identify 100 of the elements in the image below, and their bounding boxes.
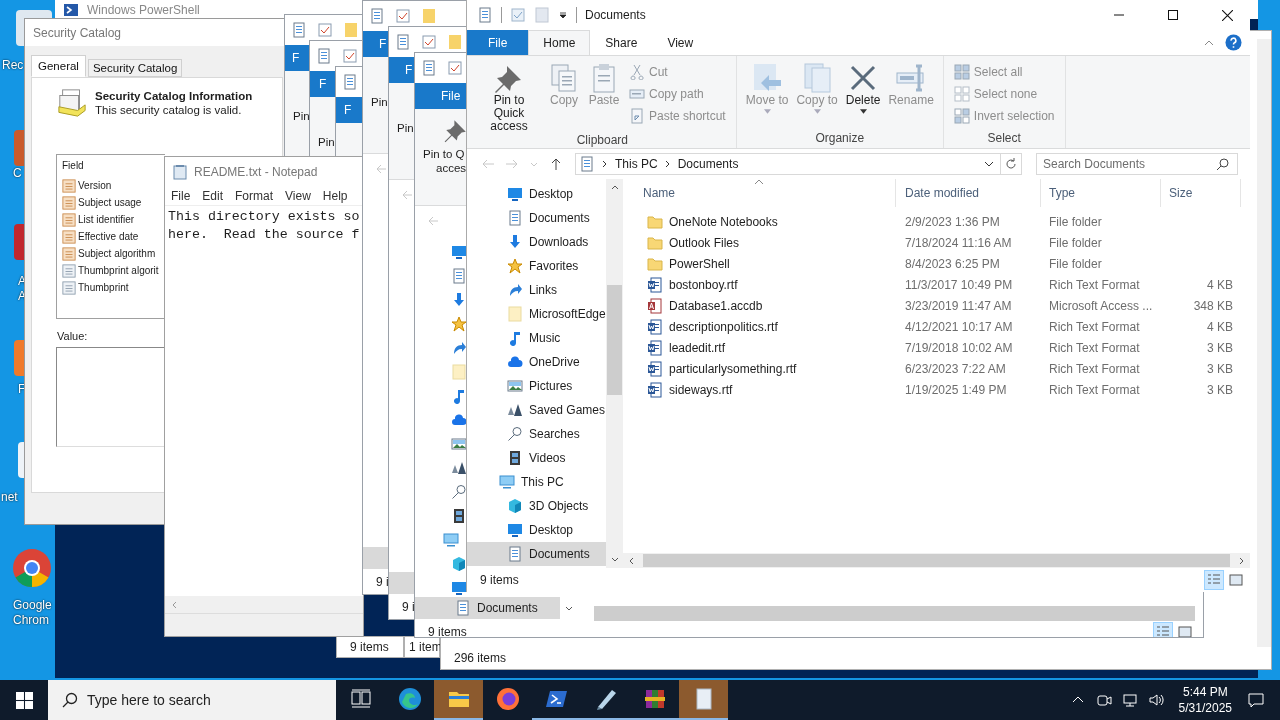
nav-item[interactable]: Desktop	[467, 182, 606, 206]
cloud-icon[interactable]	[451, 412, 467, 428]
checklist-icon[interactable]	[421, 34, 437, 50]
picture-icon[interactable]	[451, 436, 467, 452]
checklist-icon[interactable]	[342, 48, 358, 64]
camera-icon[interactable]	[1095, 692, 1112, 708]
menu-item[interactable]: View	[285, 189, 311, 203]
pin-icon[interactable]	[443, 117, 469, 143]
nav-item[interactable]: Videos	[467, 446, 606, 470]
back-arrow-icon[interactable]	[375, 163, 387, 175]
checklist-icon[interactable]	[395, 8, 411, 24]
document-icon[interactable]	[451, 268, 467, 284]
document-icon[interactable]	[342, 74, 358, 90]
menu-item[interactable]: Help	[322, 189, 348, 203]
file-name[interactable]: leadedit.rtf	[669, 340, 726, 355]
clock-date[interactable]: 5/31/2025	[1178, 700, 1232, 716]
file-name[interactable]: Outlook Files	[669, 235, 740, 250]
nav-item[interactable]: Desktop	[467, 518, 606, 542]
nav-item[interactable]: Documents	[415, 597, 560, 619]
cube-icon[interactable]	[451, 556, 467, 572]
file-name[interactable]: bostonboy.rtf	[669, 277, 738, 292]
down-arrow-icon[interactable]	[451, 292, 467, 308]
nav-item[interactable]: Saved Games	[467, 398, 606, 422]
nav-item[interactable]: OneDrive	[467, 350, 606, 374]
list-item[interactable]: Effective date	[78, 231, 139, 242]
file-name[interactable]: OneNote Notebooks	[669, 214, 778, 229]
nav-item[interactable]: This PC	[467, 470, 606, 494]
scrollbar[interactable]	[594, 605, 1195, 621]
nav-item[interactable]: Downloads	[467, 230, 606, 254]
ribbon-button-label[interactable]: Pin	[397, 121, 414, 135]
music-note-icon[interactable]	[451, 388, 467, 404]
ribbon-button-label[interactable]: acces	[436, 161, 467, 175]
nav-item[interactable]: Searches	[467, 422, 606, 446]
nav-item[interactable]: Links	[467, 278, 606, 302]
checklist-icon[interactable]	[317, 22, 333, 38]
forward-arrow-icon[interactable]	[505, 157, 519, 171]
computer-icon[interactable]	[443, 532, 459, 548]
column-header[interactable]: Date modified	[896, 179, 1041, 207]
menu-item[interactable]: Format	[235, 189, 274, 203]
nav-item[interactable]: Documents	[467, 206, 606, 230]
list-item[interactable]: Thumbprint	[78, 282, 129, 293]
file-name[interactable]: descriptionpolitics.rtf	[669, 319, 778, 334]
details-view-icon[interactable]	[1204, 570, 1224, 590]
browser-icon[interactable]	[12, 548, 52, 588]
list-item[interactable]: Version	[78, 180, 112, 191]
taskbar-notepad-button[interactable]	[679, 680, 728, 720]
menu-item[interactable]: Edit	[202, 189, 224, 203]
network-icon[interactable]	[1121, 692, 1138, 708]
file-tab[interactable]: F	[389, 63, 413, 77]
tab[interactable]: General	[31, 55, 86, 77]
column-header[interactable]: Type	[1041, 179, 1161, 207]
scrollbar[interactable]	[165, 596, 363, 613]
nav-selection[interactable]	[363, 547, 389, 569]
document-icon[interactable]	[291, 22, 307, 38]
scrollbar[interactable]	[623, 553, 1250, 568]
clock-time[interactable]: 5:44 PM	[1182, 684, 1228, 700]
nav-item[interactable]: MicrosoftEdge	[467, 302, 606, 326]
document-icon[interactable]	[421, 60, 437, 76]
ribbon-button-label[interactable]: Pin	[318, 135, 335, 149]
document-icon[interactable]	[369, 8, 385, 24]
document-icon[interactable]	[395, 34, 411, 50]
list-item[interactable]: List identifier	[78, 214, 135, 225]
file-name[interactable]: sideways.rtf	[669, 382, 733, 397]
file-name[interactable]: particularlysomething.rtf	[669, 361, 797, 376]
ribbon-tab[interactable]: View	[652, 30, 709, 55]
caret-icon[interactable]	[984, 159, 994, 169]
caret-icon[interactable]	[558, 10, 568, 20]
ribbon-tab[interactable]: Home	[528, 30, 591, 55]
document-icon[interactable]	[316, 48, 332, 64]
back-arrow-icon[interactable]	[401, 189, 413, 201]
volume-icon[interactable]	[1147, 692, 1164, 708]
checklist-icon[interactable]	[447, 60, 463, 76]
address-bar[interactable]: This PC Documents	[575, 153, 1022, 175]
up-arrow-icon[interactable]	[549, 157, 563, 171]
monitor-icon[interactable]	[451, 580, 467, 596]
nav-item[interactable]: Favorites	[467, 254, 606, 278]
ribbon-button-label[interactable]: Pin to Q	[423, 147, 465, 161]
search-field[interactable]: Search Documents	[1036, 153, 1238, 175]
nav-selection[interactable]	[389, 572, 415, 594]
help-icon[interactable]	[1225, 34, 1242, 51]
ribbon-tab[interactable]: Share	[590, 30, 653, 55]
ribbon-button-label[interactable]: Pin	[293, 109, 310, 123]
file-tab[interactable]: F	[363, 37, 387, 51]
curved-arrow-icon[interactable]	[451, 340, 467, 356]
taskbar-explorer-button[interactable]	[434, 680, 483, 720]
monitor-icon[interactable]	[451, 244, 467, 260]
folder-icon[interactable]	[451, 364, 467, 380]
file-tab[interactable]: F	[310, 77, 327, 91]
scrollbar[interactable]	[606, 179, 623, 568]
film-icon[interactable]	[451, 508, 467, 524]
search-field[interactable]: Type here to search	[48, 680, 336, 720]
file-tab[interactable]: F	[336, 103, 352, 117]
file-name[interactable]: PowerShell	[669, 256, 730, 271]
column-header[interactable]: Name	[623, 179, 896, 207]
nav-item[interactable]: Music	[467, 326, 606, 350]
file-tab[interactable]: File	[467, 30, 529, 55]
list-item[interactable]: Subject algorithm	[78, 248, 156, 259]
star-icon[interactable]	[451, 316, 467, 332]
list-item[interactable]: Subject usage	[78, 197, 142, 208]
breadcrumb[interactable]: Documents	[677, 157, 739, 171]
